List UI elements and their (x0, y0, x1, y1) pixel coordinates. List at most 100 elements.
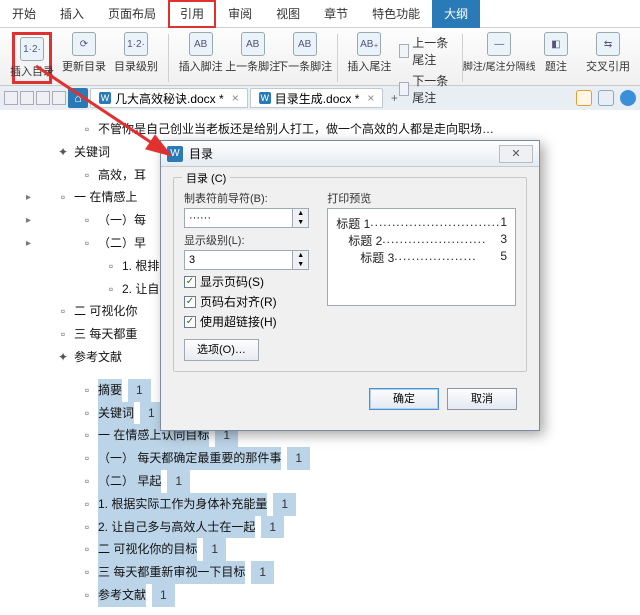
ribbon: 1·2· 插入目录 ⟳ 更新目录 1·2· 目录级别 AB 插入脚注 AB 上一… (0, 28, 640, 86)
close-tab-1-icon[interactable]: × (232, 91, 239, 105)
close-tab-2-icon[interactable]: × (367, 91, 374, 105)
preview-num: 5 (500, 249, 507, 266)
menu-references[interactable]: 引用 (168, 0, 216, 28)
sel-num: 1 (167, 470, 190, 493)
spin-up-icon[interactable]: ▲ (293, 209, 308, 218)
sel-text: （二） 早起 (98, 470, 161, 493)
word-icon: W (99, 92, 111, 104)
spin-down-icon[interactable]: ▼ (293, 218, 308, 227)
file-tab-1-label: 几大高效秘诀.docx * (115, 90, 224, 107)
separator-label: 脚注/尾注分隔线 (463, 58, 536, 73)
close-icon[interactable]: ✕ (499, 145, 533, 163)
sel-text: 1. 根据实际工作为身体补充能量 (98, 493, 267, 516)
sel-num: 1 (128, 379, 151, 402)
sel-num: 1 (152, 584, 175, 607)
prev-footnote-label: 上一条脚注 (225, 58, 280, 74)
menu-bar: 开始 插入 页面布局 引用 审阅 视图 章节 特色功能 大纲 (0, 0, 640, 28)
caption-button[interactable]: ◧ 题注 (536, 32, 576, 74)
prev-endnote-icon (399, 44, 409, 58)
crossref-icon: ⇆ (596, 32, 620, 56)
redo-icon[interactable] (36, 91, 50, 105)
level-label: 显示级别(L): (184, 232, 309, 248)
ribbon-sep2 (337, 34, 338, 82)
user-avatar-icon[interactable] (620, 90, 636, 106)
doc-text: 二 可视化你 (74, 300, 137, 323)
sel-text: （一） 每天都确定最重要的那件事 (98, 447, 281, 470)
toc-level-label: 目录级别 (114, 58, 158, 74)
doc-text: 关键词 (74, 141, 110, 164)
spin-down-icon[interactable]: ▼ (293, 260, 308, 269)
insert-toc-button[interactable]: 1·2· 插入目录 (12, 32, 52, 84)
leader-value: ······ (184, 208, 293, 228)
cloud-icon[interactable] (576, 90, 592, 106)
crossref-button[interactable]: ⇆ 交叉引用 (588, 32, 628, 74)
menu-review[interactable]: 审阅 (216, 0, 264, 28)
file-tab-1[interactable]: W 几大高效秘诀.docx * × (90, 88, 248, 108)
word-icon: W (259, 92, 271, 104)
next-footnote-button[interactable]: AB 下一条脚注 (285, 32, 325, 74)
options-button[interactable]: 选项(O)… (184, 339, 259, 361)
level-select[interactable]: 3 ▲▼ (184, 250, 309, 270)
doc-text: 参考文献 (74, 346, 122, 369)
prev-endnote-button[interactable]: 上一条尾注 (399, 34, 451, 68)
menu-outline[interactable]: 大纲 (432, 0, 480, 28)
sel-num: 1 (273, 493, 296, 516)
preview-line: 标题 2 (348, 232, 382, 249)
doc-text: （一）每 (98, 209, 146, 232)
leader-select[interactable]: ······ ▲▼ (184, 208, 309, 228)
use-hyperlink-checkbox[interactable]: ✓使用超链接(H) (184, 313, 309, 330)
prev-footnote-icon: AB (241, 32, 265, 56)
cancel-button[interactable]: 取消 (447, 388, 517, 410)
dialog-titlebar[interactable]: W 目录 ✕ (161, 141, 539, 167)
next-endnote-label: 下一条尾注 (412, 72, 452, 106)
crossref-label: 交叉引用 (586, 58, 630, 74)
update-toc-icon: ⟳ (72, 32, 96, 56)
update-toc-label: 更新目录 (62, 58, 106, 74)
sel-num: 1 (287, 447, 310, 470)
preview-label: 打印预览 (327, 190, 516, 206)
menu-insert[interactable]: 插入 (48, 0, 96, 28)
insert-endnote-button[interactable]: AB₊ 插入尾注 (349, 32, 389, 74)
settings-icon[interactable] (598, 90, 614, 106)
new-tab-icon[interactable]: + (385, 89, 403, 107)
insert-footnote-label: 插入脚注 (179, 58, 223, 74)
cb-label: 使用超链接(H) (200, 313, 277, 330)
menu-start[interactable]: 开始 (0, 0, 48, 28)
separator-button[interactable]: — 脚注/尾注分隔线 (474, 32, 524, 73)
insert-footnote-button[interactable]: AB 插入脚注 (181, 32, 221, 74)
caption-label: 题注 (545, 58, 567, 74)
sel-text: 参考文献 (98, 584, 146, 607)
sel-num: 1 (251, 561, 274, 584)
save-icon[interactable] (4, 91, 18, 105)
home-tab-icon[interactable]: ⌂ (68, 88, 88, 108)
doc-text: 三 每天都重 (74, 323, 137, 346)
menu-layout[interactable]: 页面布局 (96, 0, 168, 28)
ribbon-sep (168, 34, 169, 82)
toc-level-button[interactable]: 1·2· 目录级别 (116, 32, 156, 74)
toc-dialog: W 目录 ✕ 目录 (C) 制表符前导符(B): ······ ▲▼ 显示级别(… (160, 140, 540, 431)
preview-num: 3 (500, 232, 507, 249)
prev-footnote-button[interactable]: AB 上一条脚注 (233, 32, 273, 74)
spin-up-icon[interactable]: ▲ (293, 251, 308, 260)
word-icon: W (167, 146, 183, 162)
right-align-checkbox[interactable]: ✓页码右对齐(R) (184, 293, 309, 310)
insert-toc-icon: 1·2· (20, 37, 44, 61)
doc-text: 1. 根排 (122, 255, 159, 278)
doc-text: 2. 让自 (122, 278, 159, 301)
show-pagenum-checkbox[interactable]: ✓显示页码(S) (184, 273, 309, 290)
file-tab-2[interactable]: W目录生成.docx *× (250, 88, 384, 108)
menu-section[interactable]: 章节 (312, 0, 360, 28)
menu-view[interactable]: 视图 (264, 0, 312, 28)
undo-icon[interactable] (20, 91, 34, 105)
doc-text: （二）早 (98, 232, 146, 255)
preview-line: 标题 3 (360, 249, 394, 266)
caption-icon: ◧ (544, 32, 568, 56)
ok-button[interactable]: 确定 (369, 388, 439, 410)
next-endnote-button[interactable]: 下一条尾注 (399, 72, 451, 106)
endnote-nav: 上一条尾注 下一条尾注 (399, 34, 451, 106)
toc-level-icon: 1·2· (124, 32, 148, 56)
menu-special[interactable]: 特色功能 (360, 0, 432, 28)
sel-text: 2. 让自己多与高效人士在一起 (98, 516, 255, 539)
update-toc-button[interactable]: ⟳ 更新目录 (64, 32, 104, 74)
print-icon[interactable] (52, 91, 66, 105)
